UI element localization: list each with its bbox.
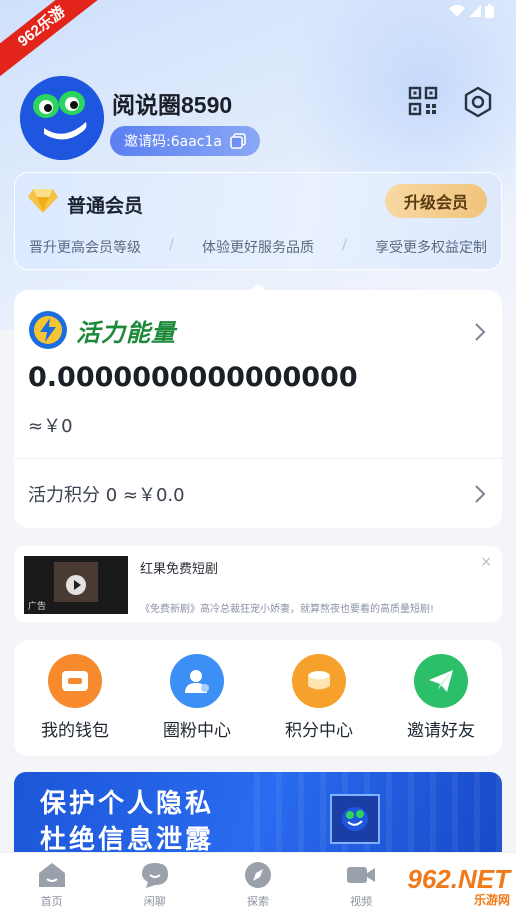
perk-item: 体验更好服务品质 (202, 240, 314, 256)
perk-item: 享受更多权益定制 (375, 240, 487, 256)
settings-button[interactable] (462, 86, 494, 118)
qr-code-button[interactable] (408, 86, 438, 116)
tab-video[interactable]: 视频 (321, 853, 401, 917)
banner-line-1: 保护个人隐私 (40, 789, 215, 819)
feature-label: 邀请好友 (407, 721, 475, 741)
chip-icon (330, 794, 380, 844)
energy-title: 活力能量 (76, 318, 176, 347)
energy-value: 0.0000000000000000 (28, 362, 358, 393)
energy-card[interactable]: 活力能量 0.0000000000000000 ≈￥0 活力积分 0 ≈￥0.0 (14, 290, 502, 528)
site-watermark-sub: 乐游网 (473, 893, 510, 907)
username: 阅说圈8590 (112, 92, 233, 118)
feature-fans-center[interactable]: 圈粉中心 (142, 654, 252, 756)
tab-label: 首页 (40, 895, 63, 908)
feature-wallet[interactable]: 我的钱包 (20, 654, 130, 756)
close-icon[interactable]: × (480, 554, 492, 570)
site-watermark: 962.NET 乐游网 (407, 864, 510, 908)
lightning-icon (29, 311, 67, 349)
status-bar (449, 4, 494, 18)
paper-plane-icon (414, 654, 468, 708)
tab-label: 视频 (350, 895, 373, 908)
chat-icon (141, 863, 168, 888)
ad-description: 《免费新剧》高冷总裁狂宠小娇妻，就算熬夜也要看的高质量短剧! (140, 604, 435, 615)
points-label: 活力积分 0 ≈￥0.0 (28, 485, 185, 506)
perk-separator: / (169, 237, 174, 253)
compass-icon (244, 862, 271, 888)
member-level-title: 普通会员 (67, 195, 144, 217)
perk-separator: / (342, 237, 347, 253)
perk-item: 晋升更高会员等级 (29, 240, 141, 256)
video-icon (347, 867, 376, 883)
chevron-right-icon[interactable] (474, 322, 486, 342)
energy-cny-value: ≈￥0 (28, 416, 73, 437)
ad-thumbnail[interactable]: 广告 (24, 556, 128, 614)
signal-icon (469, 5, 481, 17)
frog-avatar-icon (20, 76, 104, 160)
membership-card: 普通会员 升级会员 晋升更高会员等级 / 体验更好服务品质 / 享受更多权益定制 (14, 172, 502, 270)
feature-points-center[interactable]: 积分中心 (264, 654, 374, 756)
tab-label: 闲聊 (143, 895, 166, 908)
diamond-icon (28, 189, 58, 213)
banner-text: 保护个人隐私 杜绝信息泄露 (40, 786, 214, 858)
feature-invite-friends[interactable]: 邀请好友 (386, 654, 496, 756)
ad-tag: 广告 (28, 602, 47, 612)
ad-card[interactable]: 广告 红果免费短剧 《免费新剧》高冷总裁狂宠小娇妻，就算熬夜也要看的高质量短剧!… (14, 546, 502, 622)
tab-chat[interactable]: 闲聊 (115, 853, 195, 917)
feature-grid: 我的钱包 圈粉中心 积分中心 邀请好友 (14, 640, 502, 756)
invite-code-label: 邀请码:6aac1a (124, 134, 222, 150)
divider (14, 458, 502, 459)
user-heart-icon (170, 654, 224, 708)
feature-label: 圈粉中心 (163, 721, 231, 741)
home-icon (38, 863, 65, 887)
tab-label: 探索 (246, 895, 269, 908)
upgrade-member-button[interactable]: 升级会员 (385, 184, 487, 218)
feature-label: 我的钱包 (41, 721, 109, 741)
gear-icon (464, 86, 492, 118)
chevron-right-icon[interactable] (474, 484, 486, 504)
wifi-icon (449, 5, 465, 17)
play-icon (66, 575, 86, 595)
energy-logo: 活力能量 (28, 310, 176, 350)
tab-explore[interactable]: 探索 (218, 853, 298, 917)
avatar[interactable] (20, 76, 104, 160)
feature-label: 积分中心 (285, 721, 353, 741)
wallet-icon (48, 654, 102, 708)
header-background (0, 0, 516, 330)
points-icon (292, 654, 346, 708)
qr-code-icon (408, 86, 438, 116)
points-row[interactable]: 活力积分 0 ≈￥0.0 (28, 474, 486, 514)
tab-home[interactable]: 首页 (12, 853, 92, 917)
member-perks: 晋升更高会员等级 / 体验更好服务品质 / 享受更多权益定制 (29, 237, 487, 257)
battery-icon (485, 4, 494, 18)
copy-icon[interactable] (230, 133, 246, 149)
ad-title: 红果免费短剧 (140, 562, 219, 577)
invite-code-pill[interactable]: 邀请码:6aac1a (110, 126, 260, 156)
